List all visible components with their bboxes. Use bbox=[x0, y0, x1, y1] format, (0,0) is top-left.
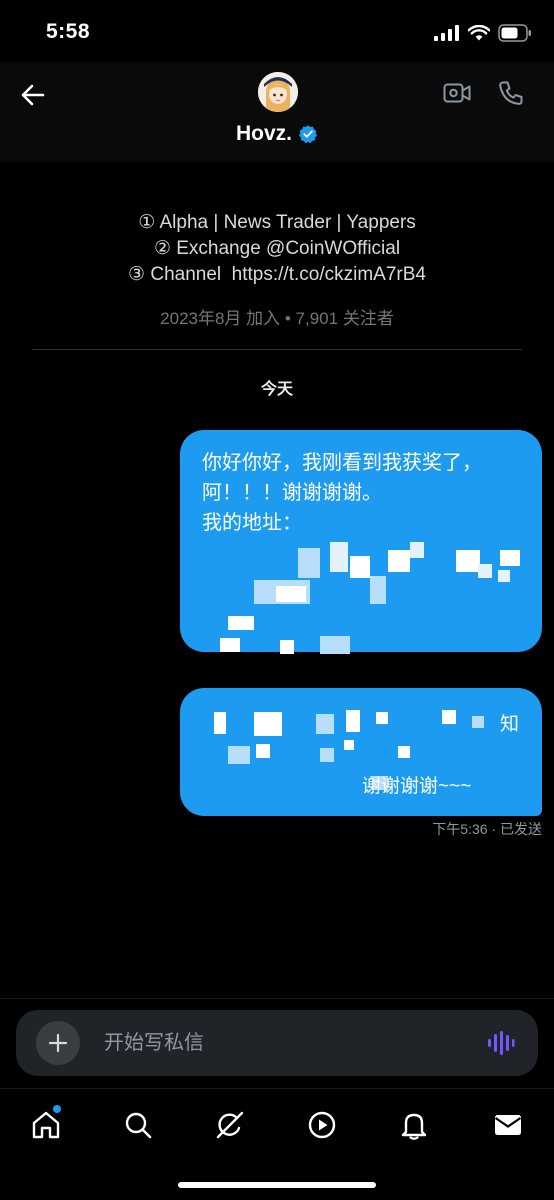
anime-avatar-icon bbox=[258, 72, 298, 112]
cellular-signal-icon bbox=[434, 25, 459, 41]
voice-call-button[interactable] bbox=[496, 78, 526, 108]
video-camera-icon bbox=[443, 83, 471, 103]
sent-message-bubble[interactable]: 知 谢谢谢谢~~~ bbox=[180, 688, 542, 816]
display-name: Hovz. bbox=[235, 122, 292, 145]
home-indicator bbox=[178, 1182, 376, 1188]
status-icons bbox=[434, 24, 532, 42]
message-line: 我的地址： bbox=[202, 512, 302, 534]
video-call-button[interactable] bbox=[442, 78, 472, 108]
messages-icon bbox=[494, 1115, 522, 1135]
grok-icon bbox=[216, 1111, 244, 1139]
tab-search[interactable] bbox=[116, 1103, 160, 1147]
bio-line[interactable]: ② Exchange @CoinWOfficial bbox=[0, 236, 554, 262]
message-line: 阿！！！谢谢谢谢。 bbox=[202, 482, 382, 504]
tab-messages[interactable] bbox=[486, 1103, 530, 1147]
message-line: 你好你好，我刚看到我获奖了， bbox=[202, 452, 482, 474]
status-time: 5:58 bbox=[46, 20, 91, 43]
voice-message-button[interactable] bbox=[486, 1028, 516, 1058]
voice-waveform-icon bbox=[488, 1031, 515, 1055]
verified-badge-icon bbox=[298, 124, 318, 144]
message-fragment: 谢谢谢谢~~~ bbox=[362, 776, 472, 797]
conversation-header: Hovz. bbox=[0, 62, 554, 162]
profile-bio: ① Alpha | News Trader | Yappers ② Exchan… bbox=[0, 210, 554, 288]
tab-video[interactable] bbox=[300, 1103, 344, 1147]
search-icon bbox=[125, 1112, 152, 1139]
message-timestamp: 下午5:36 · 已发送 bbox=[432, 821, 542, 837]
avatar[interactable] bbox=[258, 72, 298, 112]
video-icon bbox=[308, 1111, 336, 1139]
back-button[interactable] bbox=[16, 78, 50, 112]
bottom-tab-bar bbox=[0, 1088, 554, 1200]
profile-meta: 2023年8月 加入 • 7,901 关注者 bbox=[160, 309, 394, 328]
tab-home[interactable] bbox=[24, 1103, 68, 1147]
battery-icon bbox=[498, 24, 531, 42]
tab-notifications[interactable] bbox=[392, 1103, 436, 1147]
bio-line[interactable]: ③ Channel https://t.co/ckzimA7rB4 bbox=[0, 262, 554, 288]
plus-icon bbox=[48, 1033, 68, 1053]
phone-icon bbox=[499, 81, 523, 105]
divider bbox=[32, 349, 522, 350]
date-separator: 今天 bbox=[260, 381, 293, 398]
bio-line: ① Alpha | News Trader | Yappers bbox=[138, 212, 416, 233]
back-arrow-icon bbox=[21, 84, 45, 106]
dm-conversation-screen: 5:58 Hovz. ① Alpha | News Trader | Yappe… bbox=[0, 0, 554, 1200]
sent-message-bubble[interactable]: 你好你好，我刚看到我获奖了， 阿！！！谢谢谢谢。 我的地址： bbox=[180, 430, 542, 654]
wifi-icon bbox=[468, 25, 490, 41]
message-composer bbox=[16, 1010, 538, 1076]
status-bar: 5:58 bbox=[0, 0, 554, 62]
home-icon bbox=[32, 1111, 60, 1139]
message-fragment: 知 bbox=[500, 714, 520, 735]
notification-dot bbox=[53, 1105, 61, 1113]
header-name-row[interactable]: Hovz. bbox=[0, 122, 554, 146]
tab-grok[interactable] bbox=[208, 1103, 252, 1147]
add-media-button[interactable] bbox=[36, 1021, 80, 1065]
notifications-icon bbox=[401, 1113, 427, 1140]
message-input[interactable] bbox=[104, 1028, 464, 1058]
